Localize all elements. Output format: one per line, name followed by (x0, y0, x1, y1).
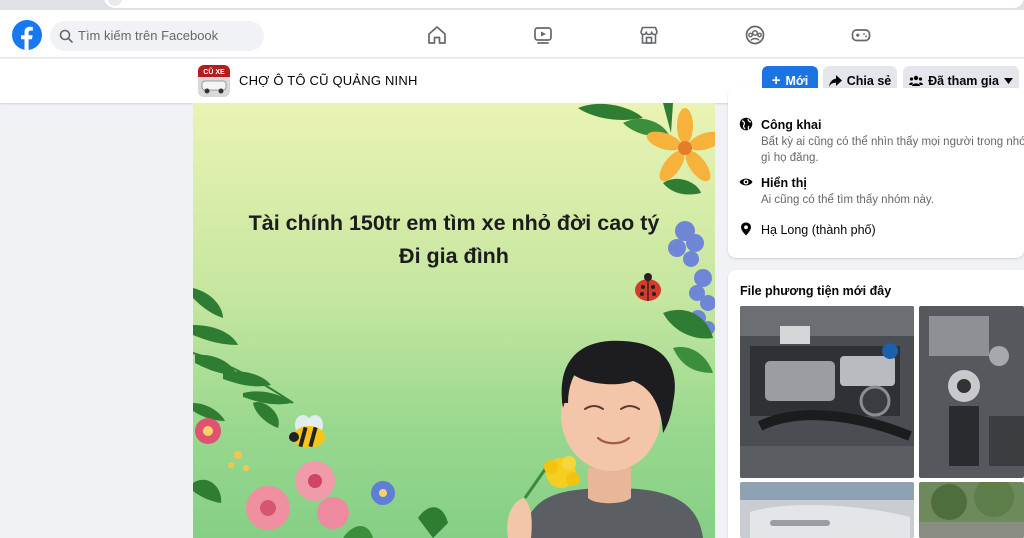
post-background-illustration (193, 103, 715, 538)
group-name[interactable]: CHỢ Ô TÔ CŨ QUẢNG NINH (239, 73, 418, 88)
browser-address-strip (0, 0, 1024, 10)
share-icon (828, 74, 842, 87)
post-image[interactable]: Tài chính 150tr em tìm xe nhỏ đời cao tý… (193, 103, 715, 538)
visible-description: Ai cũng có thể tìm thấy nhóm này. (761, 194, 935, 206)
group-avatar-text: CŨ XE (203, 67, 225, 76)
groups-icon[interactable] (744, 24, 766, 46)
address-bar[interactable] (104, 0, 1024, 8)
post-caption-line-2: Đi gia đình (399, 244, 509, 268)
home-icon[interactable] (426, 24, 448, 46)
top-navigation: Tìm kiếm trên Facebook (0, 10, 1024, 58)
group-members-icon (909, 75, 924, 86)
post-caption: Tài chính 150tr em tìm xe nhỏ đời cao tý… (193, 207, 715, 273)
location-pin-icon (741, 222, 751, 236)
recent-media-card: File phương tiện mới đây (728, 270, 1024, 538)
group-about-card: Công khai Bất kỳ ai cũng có thể nhìn thấ… (728, 88, 1024, 258)
visible-title: Hiển thị (761, 176, 807, 190)
new-post-label: Mới (785, 73, 809, 88)
public-description-line-2: gì họ đăng. (761, 152, 819, 164)
media-thumbnail-engine-1[interactable] (740, 306, 914, 478)
caret-down-icon (1003, 77, 1013, 84)
public-title: Công khai (761, 118, 822, 132)
public-description-line-1: Bất kỳ ai cũng có thể nhìn thấy mọi ngườ… (761, 136, 1024, 148)
joined-label: Đã tham gia (928, 73, 999, 88)
gaming-icon[interactable] (850, 24, 872, 46)
location-text[interactable]: Hạ Long (thành phố) (761, 223, 876, 237)
search-icon (59, 29, 73, 43)
media-thumbnail-engine-2[interactable] (919, 306, 1024, 478)
globe-icon (739, 117, 753, 131)
recent-media-title: File phương tiện mới đây (740, 284, 892, 298)
media-thumbnail-car-door[interactable] (740, 482, 914, 538)
search-placeholder: Tìm kiếm trên Facebook (78, 28, 219, 43)
share-label: Chia sẻ (846, 73, 892, 88)
marketplace-icon[interactable] (638, 24, 660, 46)
facebook-logo-icon[interactable] (12, 20, 42, 50)
media-thumbnail-outdoor[interactable] (919, 482, 1024, 538)
watch-icon[interactable] (532, 24, 554, 46)
plus-icon: + (771, 72, 781, 89)
group-avatar[interactable]: CŨ XE (198, 65, 230, 97)
eye-icon (739, 178, 753, 186)
post-caption-line-1: Tài chính 150tr em tìm xe nhỏ đời cao tý (248, 211, 660, 235)
search-input[interactable]: Tìm kiếm trên Facebook (50, 21, 264, 51)
